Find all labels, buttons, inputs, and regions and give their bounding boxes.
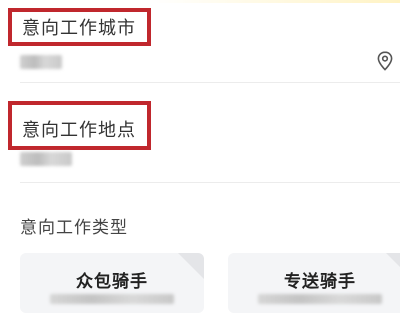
job-type-option-dedicated-rider[interactable]: 专送骑手 (228, 253, 400, 313)
location-field[interactable]: 意向工作地点 (0, 95, 400, 183)
location-value (20, 152, 72, 166)
city-divider (20, 82, 400, 83)
city-label: 意向工作城市 (22, 18, 136, 39)
location-pin-icon[interactable] (376, 51, 394, 71)
city-field[interactable]: 意向工作城市 (0, 0, 400, 83)
job-type-option-description (258, 294, 382, 304)
job-type-option-title: 众包骑手 (76, 272, 148, 292)
job-type-option-crowdsource-rider[interactable]: 众包骑手 (20, 253, 204, 313)
location-divider (20, 182, 400, 183)
location-label: 意向工作地点 (22, 120, 136, 141)
job-type-label: 意向工作类型 (20, 218, 128, 238)
city-value (20, 55, 62, 69)
job-type-option-title: 专送骑手 (284, 272, 356, 292)
job-type-option-description (50, 294, 174, 304)
